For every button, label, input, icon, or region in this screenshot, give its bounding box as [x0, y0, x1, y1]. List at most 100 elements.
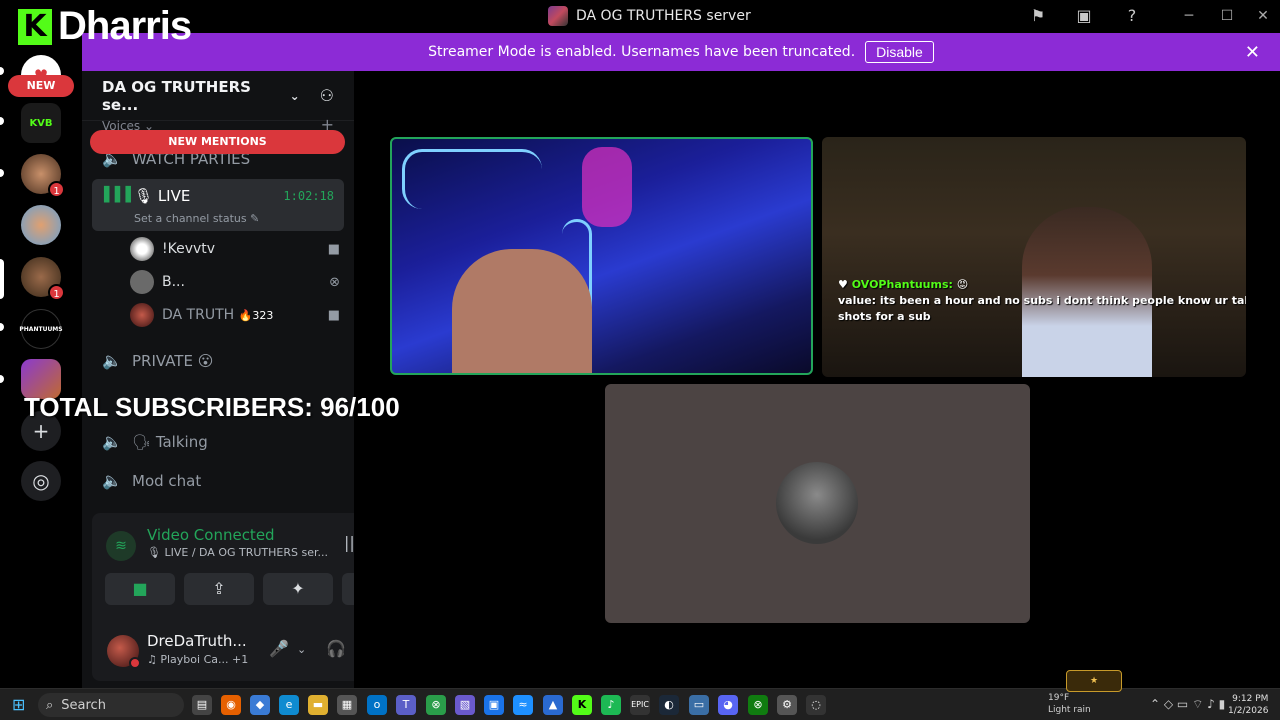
discord-icon[interactable]: ◕	[718, 695, 738, 715]
channel-talking[interactable]: 🔈 🗣 Talking	[102, 432, 208, 451]
username[interactable]: DreDaTruth...	[147, 632, 247, 650]
window-title-text: DA OG TRUTHERS server	[576, 8, 751, 24]
channel-label: PRIVATE 😮	[132, 351, 214, 370]
edge-icon[interactable]: e	[279, 695, 299, 715]
video-tile[interactable]	[390, 137, 813, 375]
new-pill[interactable]: NEW	[8, 75, 74, 97]
title-bar: DA OG TRUTHERS server ⚑ ▣ ? ─ ☐ ✕	[0, 0, 1280, 33]
speaker-icon: 🔈	[102, 471, 122, 490]
chevron-down-icon[interactable]: ⌄	[297, 643, 306, 656]
file-explorer-icon[interactable]: ▬	[308, 695, 328, 715]
avatar	[130, 270, 154, 294]
voice-active-icon: ▌▌▌	[104, 187, 137, 203]
activities-button[interactable]: ✦	[263, 573, 333, 605]
video-tile[interactable]: ♥ OVOPhantuums: 😡 value: its been a hour…	[822, 137, 1246, 377]
voice-member[interactable]: B... ⊗	[130, 267, 340, 297]
server-icon-active[interactable]: 1	[21, 257, 65, 301]
server-icon[interactable]	[21, 205, 61, 245]
copilot-icon[interactable]: ◆	[250, 695, 270, 715]
voice-member[interactable]: !Kevvtv ■	[130, 234, 340, 264]
microphone-icon[interactable]: 🎤	[269, 639, 289, 658]
channel-label: 🗣 Talking	[132, 432, 208, 451]
subscriber-goal-overlay: TOTAL SUBSCRIBERS: 96/100	[24, 392, 400, 422]
taskbar-clock[interactable]: 9:12 PM 1/2/2026	[1228, 693, 1268, 717]
help-icon[interactable]: ?	[1122, 6, 1142, 26]
clock-time: 9:12 PM	[1232, 694, 1269, 704]
server-icon[interactable]: PHANTUUMS	[19, 309, 63, 349]
signal-icon[interactable]: ≋	[106, 531, 136, 561]
channel-status[interactable]: Set a channel status ✎	[134, 212, 259, 225]
xbox-icon: ⊗	[329, 274, 340, 290]
app-icon[interactable]: ▧	[455, 695, 475, 715]
member-name: DA TRUTH 🔥323	[162, 307, 274, 323]
channel-mod-chat[interactable]: 🔈 Mod chat	[102, 471, 201, 490]
inbox-icon[interactable]: ▣	[1074, 6, 1094, 26]
settings-icon[interactable]: ⚙	[777, 695, 797, 715]
app-icon[interactable]: ▣	[484, 695, 504, 715]
voice-status-channel[interactable]: 🎙 LIVE / DA OG TRUTHERS ser...	[147, 546, 328, 559]
server-icon[interactable]: KVB	[21, 103, 61, 143]
rail-indicator	[0, 375, 4, 383]
screen-share-button[interactable]: ⇪	[184, 573, 254, 605]
voice-status-title[interactable]: Video Connected	[147, 526, 275, 544]
window-title: DA OG TRUTHERS server	[548, 6, 751, 26]
kick-logo-icon: K	[18, 8, 52, 45]
new-mentions-pill[interactable]: NEW MENTIONS	[90, 130, 345, 154]
channel-panel: DA OG TRUTHERS se... ⌄ ⚇ Voices ⌄ + NEW …	[82, 71, 425, 688]
channel-private[interactable]: 🔈 PRIVATE 😮	[102, 351, 213, 370]
rail-indicator	[0, 67, 4, 75]
member-name: B...	[162, 274, 185, 290]
server-header[interactable]: DA OG TRUTHERS se... ⌄ ⚇	[82, 71, 354, 121]
maximize-button[interactable]: ☐	[1212, 4, 1242, 28]
explore-icon[interactable]: ◎	[21, 461, 61, 501]
spotify-icon[interactable]: ♪	[601, 695, 621, 715]
video-stage: ♥ OVOPhantuums: 😡 value: its been a hour…	[354, 71, 1280, 688]
banner-text: Streamer Mode is enabled. Usernames have…	[428, 44, 856, 60]
taskbar-search[interactable]: ⌕ Search	[38, 693, 184, 717]
photos-icon[interactable]: ▲	[543, 695, 563, 715]
search-label: Search	[61, 697, 106, 713]
server-icon[interactable]: 1	[21, 154, 65, 198]
channel-live[interactable]: ▌▌▌ 🎙 LIVE 1:02:18 Set a channel status …	[92, 179, 344, 231]
close-icon[interactable]: ✕	[1245, 42, 1260, 63]
inbox-flag-icon[interactable]: ⚑	[1028, 6, 1048, 26]
rail-indicator	[0, 169, 4, 177]
channel-label: 🎙 LIVE	[134, 187, 191, 205]
app-icon[interactable]: ▦	[337, 695, 357, 715]
speaker-icon: 🔈	[102, 351, 122, 370]
weather-widget[interactable]: 19°F Light rain	[1048, 692, 1091, 716]
minimize-button[interactable]: ─	[1174, 4, 1204, 28]
teams-icon[interactable]: T	[396, 695, 416, 715]
steam-icon[interactable]: ◐	[659, 695, 679, 715]
member-name: !Kevvtv	[162, 241, 216, 257]
task-view-icon[interactable]: ▤	[192, 695, 212, 715]
headphones-icon[interactable]: 🎧	[326, 639, 346, 658]
stream-brand-overlay: K Dharris	[18, 4, 192, 49]
firefox-icon[interactable]: ◉	[221, 695, 241, 715]
epic-games-icon[interactable]: EPIC	[630, 695, 650, 715]
close-window-button[interactable]: ✕	[1248, 4, 1278, 28]
avatar	[130, 303, 154, 327]
system-tray[interactable]: ⌃ ◇ ▭ ⌔ ♪ ▮	[1150, 697, 1225, 712]
clock-date: 1/2/2026	[1228, 706, 1269, 716]
windows-start-icon[interactable]: ⊞	[12, 696, 30, 714]
outlook-icon[interactable]: o	[367, 695, 387, 715]
neon-decoration	[402, 149, 542, 209]
app-icon[interactable]: ≈	[513, 695, 533, 715]
invite-people-icon[interactable]: ⚇	[320, 86, 334, 105]
app-icon[interactable]: ◌	[806, 695, 826, 715]
disable-streamer-mode-button[interactable]: Disable	[865, 41, 934, 63]
avatar	[776, 462, 858, 544]
video-icon: ■	[327, 241, 340, 257]
streamer-name: Dharris	[58, 4, 192, 48]
xbox-app-icon[interactable]: ⊗	[426, 695, 446, 715]
xbox-icon[interactable]: ⊗	[748, 695, 768, 715]
video-tile[interactable]	[605, 384, 1030, 623]
streamer-mode-banner: Streamer Mode is enabled. Usernames have…	[82, 33, 1280, 71]
mention-badge: 1	[48, 181, 65, 198]
weather-temp: 19°F	[1048, 693, 1070, 703]
camera-button[interactable]: ■	[105, 573, 175, 605]
kick-icon[interactable]: K	[572, 695, 592, 715]
voice-member[interactable]: DA TRUTH 🔥323 ■	[130, 300, 340, 330]
app-icon[interactable]: ▭	[689, 695, 709, 715]
